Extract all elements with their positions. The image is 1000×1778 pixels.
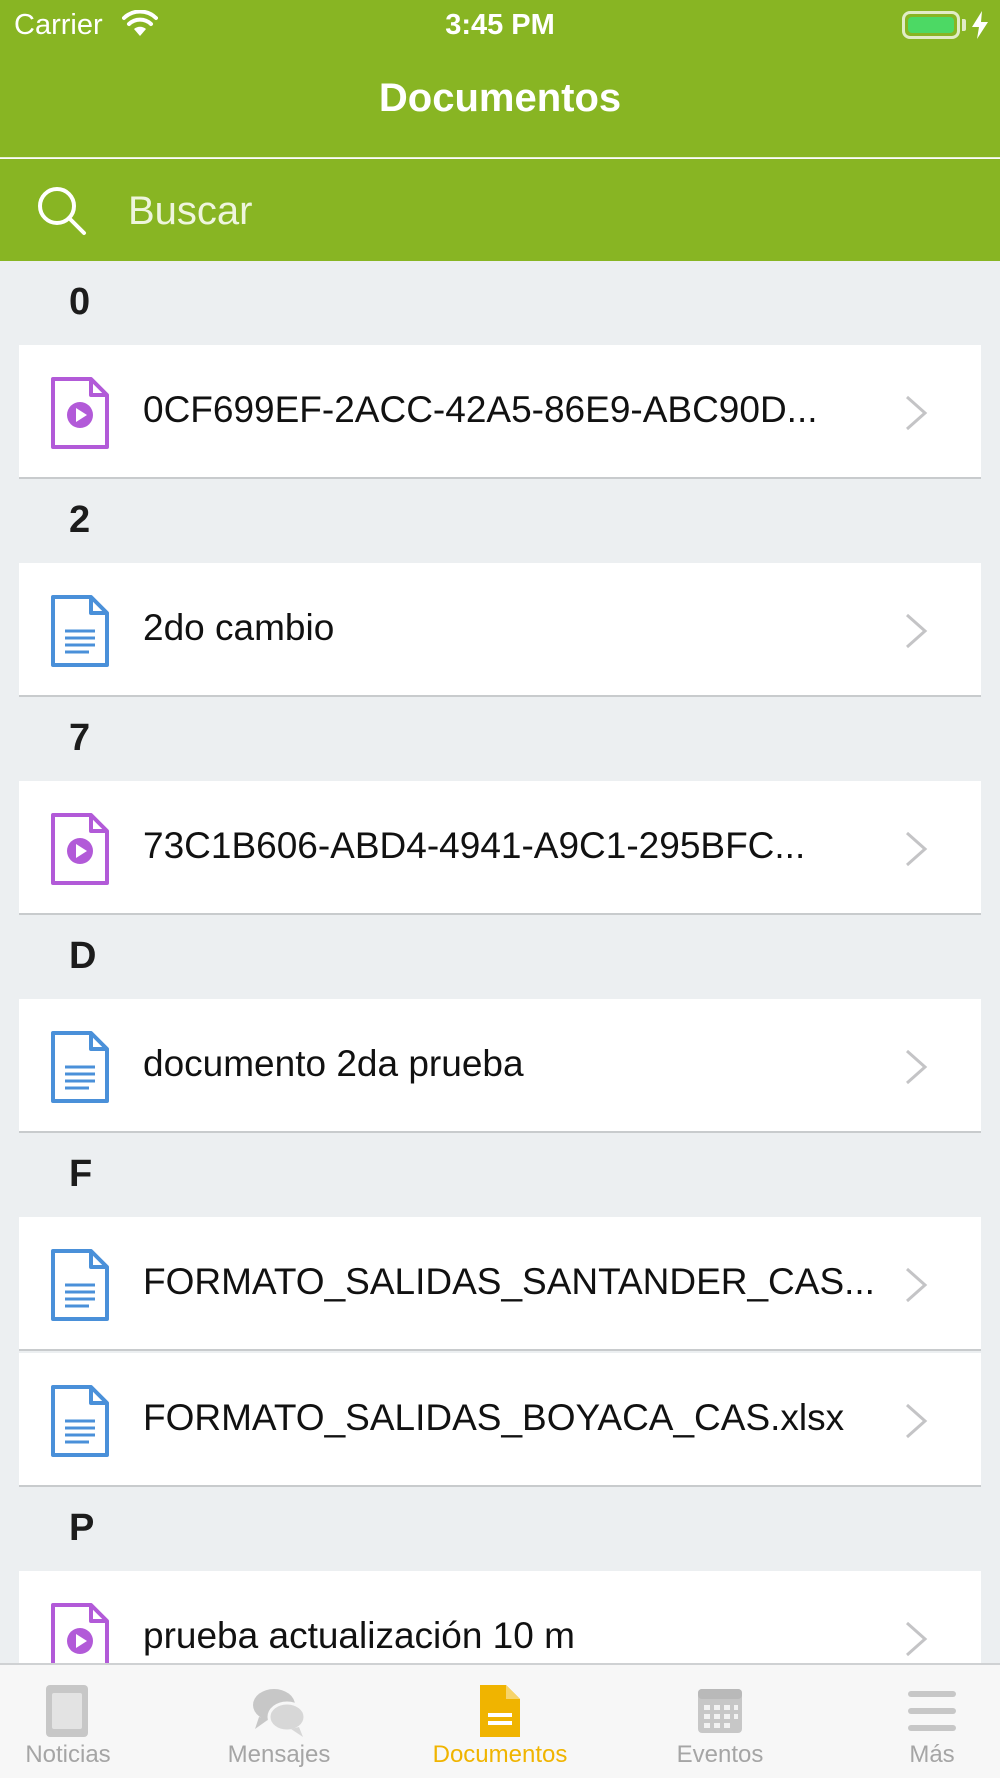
tab-mas[interactable]: Más [880, 1665, 984, 1778]
video-file-icon [51, 813, 109, 885]
list-item[interactable]: documento 2da prueba [19, 999, 981, 1133]
chevron-right-icon [906, 1621, 928, 1657]
tab-label: Noticias [25, 1741, 111, 1768]
document-name: prueba actualización 10 m [143, 1615, 575, 1656]
document-name: 2do cambio [143, 607, 335, 648]
tab-noticias[interactable]: Noticias [0, 1665, 136, 1778]
battery-icon [902, 11, 960, 39]
document-list: 0 0CF699EF-2ACC-42A5-86E9-ABC90D... 2 2d… [0, 261, 1000, 1663]
status-time: 3:45 PM [445, 9, 555, 41]
section-header: P [69, 1507, 95, 1549]
list-item[interactable]: 2do cambio [19, 563, 981, 697]
newspaper-icon [46, 1685, 88, 1737]
battery-tip [962, 19, 966, 31]
section-header: 2 [69, 499, 91, 541]
tab-bar: Noticias Mensajes Documentos Eventos Más [0, 1663, 1000, 1778]
list-item[interactable]: FORMATO_SALIDAS_BOYACA_CAS.xlsx [19, 1353, 981, 1487]
chat-bubbles-icon [253, 1689, 307, 1737]
section-header: 0 [69, 281, 91, 323]
document-file-icon [51, 1249, 109, 1321]
chevron-right-icon [906, 1403, 928, 1439]
navigation-bar: Carrier 3:45 PM Documentos [0, 0, 1000, 159]
list-item[interactable]: FORMATO_SALIDAS_SANTANDER_CAS.... [19, 1217, 981, 1351]
search-icon [38, 187, 86, 235]
chevron-right-icon [906, 395, 928, 431]
document-name: 73C1B606-ABD4-4941-A9C1-295BFC... [143, 825, 806, 866]
search-bar [0, 159, 1000, 261]
tab-label: Mensajes [227, 1741, 331, 1768]
section-header: D [69, 935, 97, 977]
document-name: FORMATO_SALIDAS_SANTANDER_CAS.... [143, 1261, 873, 1302]
chevron-right-icon [906, 613, 928, 649]
chevron-right-icon [906, 831, 928, 867]
chevron-right-icon [906, 1267, 928, 1303]
document-icon [480, 1685, 520, 1737]
page-title: Documentos [378, 76, 622, 120]
tab-documentos[interactable]: Documentos [420, 1665, 580, 1778]
search-input[interactable] [128, 185, 948, 237]
document-file-icon [51, 1031, 109, 1103]
tab-label: Eventos [676, 1741, 764, 1768]
tab-mensajes[interactable]: Mensajes [200, 1665, 358, 1778]
list-item[interactable]: 0CF699EF-2ACC-42A5-86E9-ABC90D... [19, 345, 981, 479]
charging-bolt-icon [972, 11, 988, 39]
status-bar: Carrier 3:45 PM [0, 0, 1000, 50]
list-item[interactable]: 73C1B606-ABD4-4941-A9C1-295BFC... [19, 781, 981, 915]
document-file-icon [51, 1385, 109, 1457]
document-name: 0CF699EF-2ACC-42A5-86E9-ABC90D... [143, 389, 818, 430]
video-file-icon [51, 1603, 109, 1663]
list-item[interactable]: prueba actualización 10 m [19, 1571, 981, 1663]
document-name: FORMATO_SALIDAS_BOYACA_CAS.xlsx [143, 1397, 845, 1438]
tab-eventos[interactable]: Eventos [650, 1665, 790, 1778]
document-name: documento 2da prueba [143, 1043, 524, 1084]
menu-icon [908, 1691, 956, 1731]
video-file-icon [51, 377, 109, 449]
section-header: 7 [69, 717, 91, 759]
tab-label: Documentos [432, 1741, 568, 1768]
tab-label: Más [909, 1741, 955, 1768]
document-file-icon [51, 595, 109, 667]
section-header: F [69, 1153, 93, 1195]
calendar-icon [698, 1689, 742, 1733]
chevron-right-icon [906, 1049, 928, 1085]
